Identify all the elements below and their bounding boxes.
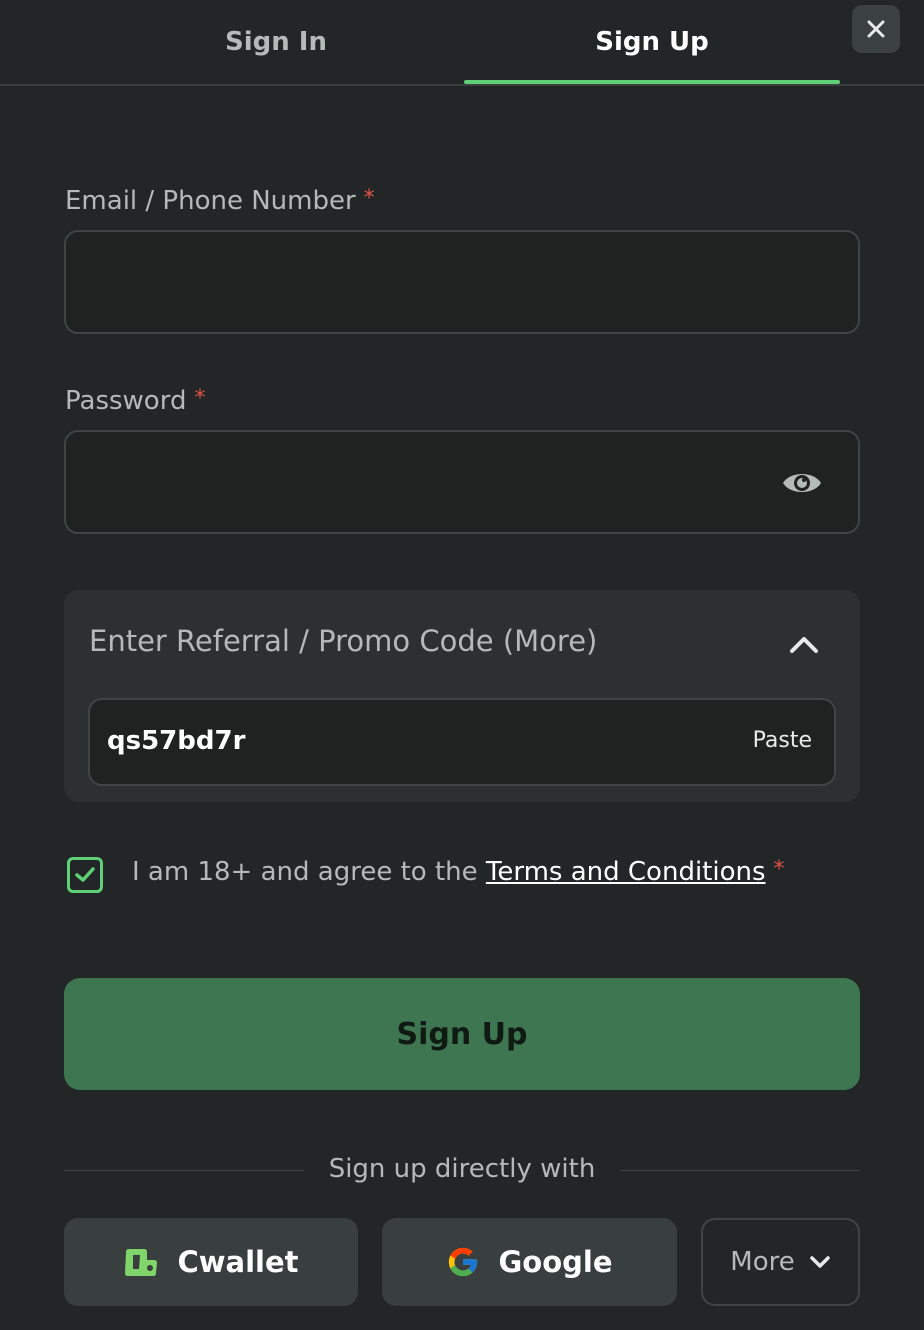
chevron-down-icon — [809, 1256, 830, 1268]
auth-tabs: Sign In Sign Up — [0, 0, 924, 86]
signup-modal: Sign In Sign Up Email / Phone Number * Pa… — [0, 0, 924, 1330]
google-button[interactable]: Google — [382, 1218, 677, 1306]
divider-left — [64, 1170, 304, 1171]
agree-text: I am 18+ and agree to the — [132, 857, 478, 887]
more-label: More — [730, 1247, 795, 1277]
required-mark: * — [194, 386, 206, 411]
email-field[interactable] — [66, 232, 858, 332]
checkmark-icon — [75, 867, 95, 882]
required-mark: * — [773, 857, 785, 882]
required-mark: * — [363, 186, 375, 211]
google-label: Google — [498, 1245, 613, 1279]
google-icon — [449, 1247, 478, 1277]
close-icon — [867, 20, 885, 38]
tab-sign-in[interactable]: Sign In — [88, 0, 464, 84]
terms-link[interactable]: Terms and Conditions — [486, 857, 766, 887]
close-button[interactable] — [852, 5, 900, 53]
eye-icon[interactable] — [782, 468, 822, 498]
active-tab-indicator — [464, 80, 840, 84]
email-field-wrapper — [64, 230, 860, 334]
more-options-button[interactable]: More — [701, 1218, 860, 1306]
tab-sign-up[interactable]: Sign Up — [464, 0, 840, 84]
terms-agreement-text: I am 18+ and agree to the Terms and Cond… — [132, 857, 785, 887]
password-label: Password * — [65, 386, 205, 416]
email-label: Email / Phone Number * — [65, 186, 375, 216]
sign-up-button[interactable]: Sign Up — [64, 978, 860, 1090]
social-divider-text: Sign up directly with — [328, 1154, 596, 1184]
cwallet-icon — [125, 1249, 158, 1276]
referral-panel: Enter Referral / Promo Code (More) qs57b… — [64, 590, 860, 802]
email-label-text: Email / Phone Number — [65, 186, 356, 216]
cwallet-button[interactable]: Cwallet — [64, 1218, 358, 1306]
password-field[interactable] — [66, 432, 858, 532]
cwallet-label: Cwallet — [177, 1245, 299, 1279]
password-label-text: Password — [65, 386, 187, 416]
paste-button[interactable]: Paste — [753, 728, 812, 753]
terms-checkbox[interactable] — [67, 857, 103, 893]
referral-code-value: qs57bd7r — [107, 726, 246, 756]
referral-code-input[interactable]: qs57bd7r Paste — [88, 698, 836, 786]
chevron-up-icon[interactable] — [788, 632, 820, 656]
divider-right — [620, 1170, 860, 1171]
password-field-wrapper — [64, 430, 860, 534]
referral-toggle-label[interactable]: Enter Referral / Promo Code (More) — [89, 624, 597, 658]
